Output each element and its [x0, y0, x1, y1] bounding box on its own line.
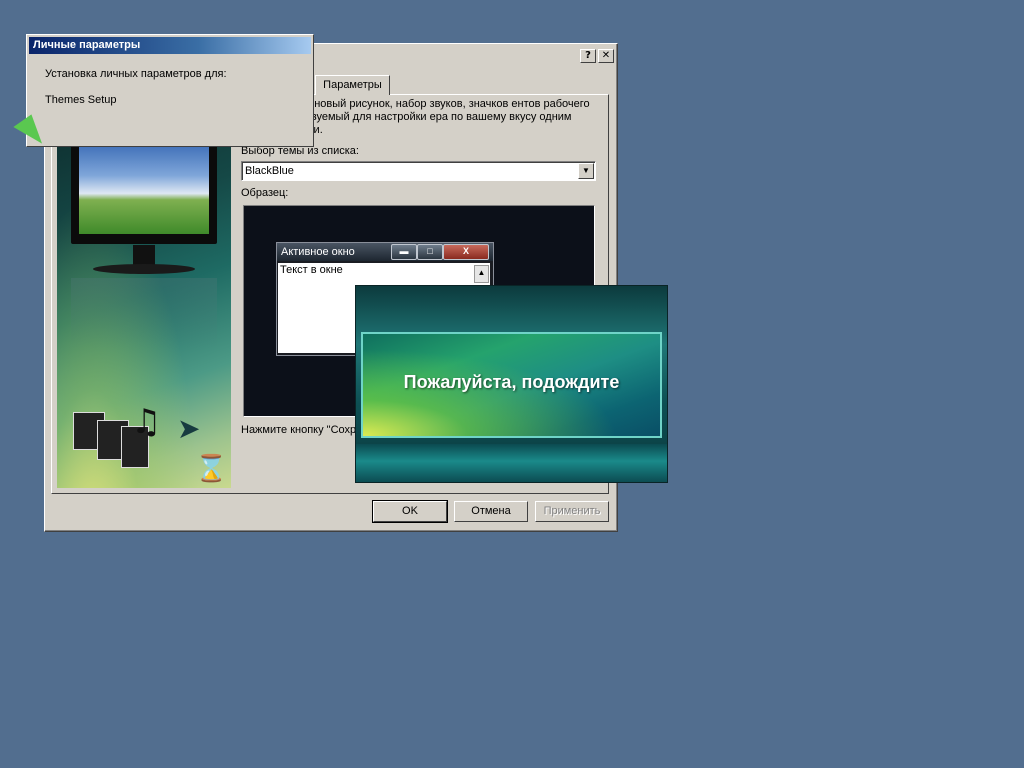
wallpaper-thumbnail [79, 144, 209, 234]
monitor-reflection [71, 278, 217, 348]
monitor-base [93, 264, 195, 274]
maximize-icon: □ [417, 244, 443, 260]
theme-select-value: BlackBlue [245, 165, 294, 177]
personal-settings-popup: Личные параметры Установка личных параме… [26, 34, 314, 147]
popup-line-2: Themes Setup [45, 94, 117, 106]
tab-parameters[interactable]: Параметры [315, 75, 390, 95]
chevron-down-icon[interactable]: ▼ [578, 163, 594, 179]
cursor-icon: ➤ [177, 412, 201, 445]
minimize-icon: ▬ [391, 244, 417, 260]
monitor-stand [133, 245, 155, 265]
help-button[interactable]: ? [580, 49, 596, 63]
cancel-button[interactable]: Отмена [454, 501, 528, 522]
scroll-up-icon: ▲ [474, 265, 489, 283]
ok-button[interactable]: OK [372, 500, 448, 523]
popup-line-1: Установка личных параметров для: [45, 68, 227, 80]
splash-message: Пожалуйста, подождите [403, 372, 620, 392]
monitor-icon [71, 136, 217, 244]
close-button[interactable]: ✕ [598, 49, 614, 63]
please-wait-splash: Пожалуйста, подождите [355, 285, 668, 483]
preview-window-title: Активное окно [281, 246, 355, 258]
hourglass-icon: ⌛ [195, 454, 228, 484]
splash-panel: Пожалуйста, подождите [361, 332, 662, 438]
preview-titlebar: Активное окно ▬ □ X [277, 243, 493, 261]
apply-button[interactable]: Применить [535, 501, 609, 522]
splash-footer [356, 444, 667, 482]
popup-title: Личные параметры [29, 37, 311, 54]
sample-label: Образец: [241, 187, 289, 199]
theme-select[interactable]: BlackBlue ▼ [241, 161, 596, 181]
preview-window-text: Текст в окне [280, 264, 343, 276]
close-icon: X [443, 244, 489, 260]
music-note-icon: ♫ [131, 402, 162, 442]
theme-side-image: ♫ ➤ ⌛ [57, 102, 231, 488]
